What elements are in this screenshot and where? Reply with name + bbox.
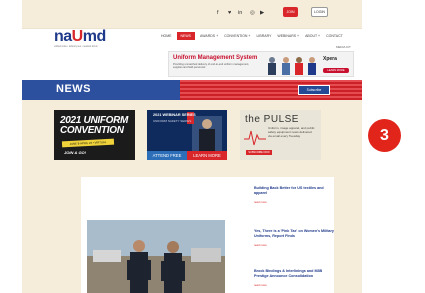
media-kit-link[interactable]: MEDIA KIT	[336, 45, 351, 49]
logo-text-u: U	[71, 28, 84, 45]
nav-item-convention[interactable]: CONVENTION +	[223, 33, 251, 39]
top-bar: f ♥ in ◎ ▶ JOIN LOGIN	[22, 0, 362, 29]
featured-article-photo[interactable]	[87, 220, 225, 293]
convention-promo-card[interactable]: 2021 UNIFORM CONVENTION JUNE 8-APRIL 24 …	[54, 110, 135, 160]
logo-text-a: na	[54, 28, 72, 45]
convention-card-title: 2021 UNIFORM CONVENTION	[60, 116, 128, 136]
nav-item-webinars[interactable]: WEBINARS +	[276, 33, 300, 39]
list-item[interactable]: Yes, There is a 'Pink Tax' on Women's Mi…	[254, 229, 334, 247]
webinar-promo-card[interactable]: 2021 WEBINAR SERIES UNIFORM SAFETY SERIE…	[147, 110, 227, 160]
article-title[interactable]: Brock Bindings & Interlinings and M3B Pr…	[254, 269, 334, 279]
ad-learn-more-button[interactable]: LEARN MORE	[323, 68, 349, 73]
nav-item-contact[interactable]: CONTACT	[325, 33, 344, 39]
attend-free-button[interactable]: ATTEND FREE	[147, 151, 187, 160]
nav-item-library[interactable]: LIBRARY	[255, 33, 272, 39]
list-item[interactable]: Brock Bindings & Interlinings and M3B Pr…	[254, 269, 334, 287]
twitter-icon[interactable]: ♥	[228, 10, 231, 16]
ad-title: Uniform Management System	[173, 55, 258, 61]
nav-item-news[interactable]: NEWS	[176, 32, 195, 40]
list-item[interactable]: Building Back Better for US textiles and…	[254, 186, 334, 204]
read-more-link[interactable]: read more	[254, 243, 334, 247]
nav-item-about[interactable]: ABOUT +	[304, 33, 321, 39]
ad-banner[interactable]: Uniform Management System Providing unma…	[168, 51, 354, 77]
logo-tagline: unified voice • industry ties • network …	[54, 46, 98, 48]
logo-text-md: md	[82, 28, 107, 45]
convention-card-footer: JOIN & GO!	[64, 150, 87, 155]
login-button[interactable]: LOGIN	[311, 7, 328, 17]
news-band-stripes	[180, 80, 362, 100]
join-button[interactable]: JOIN	[283, 7, 298, 17]
read-more-link[interactable]: read more	[254, 283, 334, 287]
convention-title-line2: CONVENTION	[60, 125, 124, 136]
read-more-link[interactable]: read more	[254, 200, 334, 204]
ad-subtitle: Providing unmatched delivery of end-to-e…	[173, 63, 250, 70]
main-nav: HOME NEWS AWARDS + CONVENTION + LIBRARY …	[160, 32, 344, 40]
news-band: NEWS Subscribe	[22, 80, 362, 100]
linkedin-icon[interactable]: in	[238, 10, 242, 16]
instagram-icon[interactable]: ◎	[250, 10, 255, 16]
naumd-logo[interactable]: naUmd	[54, 28, 106, 46]
pulse-title: the PULSE	[245, 114, 299, 125]
page-title: NEWS	[56, 83, 91, 95]
nav-item-awards[interactable]: AWARDS +	[199, 33, 219, 39]
officers-photo-image	[87, 220, 225, 293]
page: f ♥ in ◎ ▶ JOIN LOGIN naUmd unified voic…	[22, 0, 362, 293]
article-title[interactable]: Building Back Better for US textiles and…	[254, 186, 334, 196]
convention-date-banner: JUNE 8-APRIL 24 • VIRTUAL	[61, 138, 115, 148]
webinar-series-label: 2021 WEBINAR SERIES	[153, 113, 196, 117]
pulse-description: Uniform, image apparel, and public safet…	[268, 126, 315, 138]
youtube-icon[interactable]: ▶	[260, 10, 264, 16]
pulse-line-icon	[244, 130, 266, 146]
pulse-subscribe-button[interactable]: SUBSCRIBE NOW	[246, 150, 272, 155]
ad-brand: Xpera	[323, 56, 337, 62]
pulse-promo-card[interactable]: the PULSE Uniform, image apparel, and pu…	[240, 110, 321, 160]
webinar-subtitle: UNIFORM SAFETY SERIES	[153, 119, 192, 123]
webinar-learn-more-button[interactable]: LEARN MORE	[187, 151, 227, 160]
nav-item-home[interactable]: HOME	[160, 33, 173, 39]
news-band-blue	[22, 80, 180, 100]
facebook-icon[interactable]: f	[217, 10, 219, 16]
subscribe-button[interactable]: Subscribe	[298, 85, 330, 95]
ad-figures-image	[268, 57, 316, 75]
number-badge: 3	[368, 119, 401, 152]
article-title[interactable]: Yes, There is a 'Pink Tax' on Women's Mi…	[254, 229, 334, 239]
